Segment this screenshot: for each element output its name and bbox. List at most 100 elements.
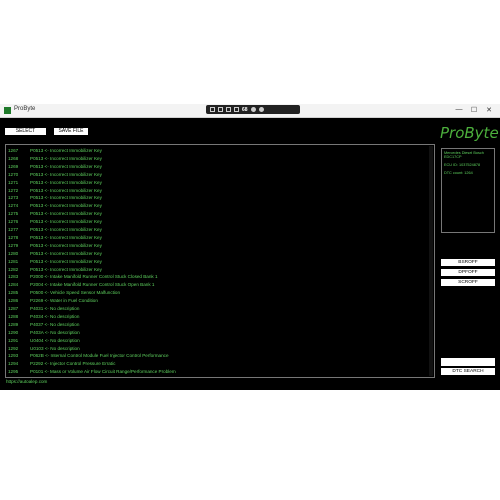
- dtc-row-number: 1272: [8, 187, 19, 193]
- app-icon: [4, 107, 11, 114]
- dpfoff-button[interactable]: DPFOFF: [441, 269, 495, 276]
- dtc-row-number: 1267: [8, 148, 19, 153]
- dtc-row[interactable]: 1288 P4034 <- No description: [8, 313, 79, 321]
- dtc-row-text: P0513 <- Incorrect Immobilizer Key: [30, 258, 102, 264]
- dtc-row-number: 1289: [8, 321, 19, 327]
- dtc-row[interactable]: 1286 P2269 <- Water in Fuel Condition: [8, 297, 98, 305]
- dtc-row-text: P0513 <- Incorrect Immobilizer Key: [30, 179, 102, 185]
- dtc-row-text: P0513 <- Incorrect Immobilizer Key: [30, 266, 102, 272]
- dtc-row-text: U0103 <- No description: [30, 345, 80, 351]
- bsroff-button[interactable]: BSROFF: [441, 259, 495, 266]
- save-file-button[interactable]: SAVE FILE: [54, 128, 88, 135]
- dtc-row-text: P0513 <- Incorrect Immobilizer Key: [30, 171, 102, 177]
- app-window: ProByte 68 — ☐ ✕ SELECT MODULE SAVE FILE…: [0, 104, 500, 390]
- dtc-row-number: 1268: [8, 155, 19, 161]
- dtc-row[interactable]: 1282 P0513 <- Incorrect Immobilizer Key: [8, 266, 102, 274]
- dtc-row[interactable]: 1289 P4037 <- No description: [8, 321, 79, 329]
- dtc-row-number: 1283: [8, 274, 19, 280]
- screenshot-icon[interactable]: [210, 107, 215, 112]
- dtc-row[interactable]: 1274 P0513 <- Incorrect Immobilizer Key: [8, 202, 102, 210]
- dtc-row[interactable]: 1269 P0513 <- Incorrect Immobilizer Key: [8, 163, 102, 171]
- dtc-row[interactable]: 1290 P403A <- No description: [8, 329, 80, 337]
- dtc-row-text: P0513 <- Incorrect Immobilizer Key: [30, 187, 102, 193]
- dtc-row[interactable]: 1283 P2000 <- Intake Manifold Runner Cont…: [8, 273, 158, 281]
- dtc-row-number: 1271: [8, 179, 19, 185]
- dtc-row[interactable]: 1281 P0513 <- Incorrect Immobilizer Key: [8, 258, 102, 266]
- dtc-row-text: P403A <- No description: [30, 329, 80, 335]
- dtc-row-number: 1269: [8, 163, 19, 169]
- dtc-row[interactable]: 1268 P0513 <- Incorrect Immobilizer Key: [8, 155, 102, 163]
- dtc-row[interactable]: 1271 P0513 <- Incorrect Immobilizer Key: [8, 179, 102, 187]
- dtc-row-number: 1270: [8, 171, 19, 177]
- dtc-row-text: P062B <- Internal Control Module Fuel In…: [30, 353, 169, 359]
- dtc-row[interactable]: 1295 P0101 <- Mass or Volume Air Flow Cir…: [8, 368, 176, 376]
- settings-icon[interactable]: [250, 107, 256, 112]
- dtc-row[interactable]: 1277 P0513 <- Incorrect Immobilizer Key: [8, 226, 102, 234]
- select-module-button[interactable]: SELECT MODULE: [5, 128, 46, 141]
- dtc-row-number: 1273: [8, 195, 19, 201]
- dtc-row-text: U0404 <- No description: [30, 337, 80, 343]
- dtc-row-text: P0101 <- Mass or Volume Air Flow Circuit…: [30, 369, 176, 375]
- dtc-row-text: P0513 <- Incorrect Immobilizer Key: [30, 203, 102, 209]
- dtc-row-text: P2292 <- Injector Control Pressure Errat…: [30, 361, 116, 367]
- dtc-row[interactable]: 1278 P0513 <- Incorrect Immobilizer Key: [8, 234, 102, 242]
- logo: ProByte: [440, 124, 499, 142]
- dtc-row-number: 1274: [8, 203, 19, 209]
- website-url[interactable]: https://autoalep.com: [6, 379, 47, 384]
- dtc-row-number: 1295: [8, 369, 19, 375]
- dtc-row[interactable]: 1287 P4031 <- No description: [8, 305, 79, 313]
- scroff-button[interactable]: SCROFF: [441, 279, 495, 286]
- dtc-row[interactable]: 1275 P0513 <- Incorrect Immobilizer Key: [8, 210, 102, 218]
- dtc-row[interactable]: 1284 P2004 <- Intake Manifold Runner Cont…: [8, 281, 155, 289]
- dtc-row-number: 1294: [8, 361, 19, 367]
- floating-toolbar: 68: [206, 105, 300, 114]
- dtc-row[interactable]: 1270 P0513 <- Incorrect Immobilizer Key: [8, 171, 102, 179]
- dtc-row[interactable]: 1292 U0103 <- No description: [8, 345, 80, 353]
- dtc-row-text: P2000 <- Intake Manifold Runner Control …: [30, 274, 158, 280]
- dtc-row[interactable]: 1285 P0500 <- Vehicle Speed Sensor Malfun…: [8, 289, 120, 297]
- dtc-row[interactable]: 1272 P0513 <- Incorrect Immobilizer Key: [8, 187, 102, 195]
- dtc-row[interactable]: 1294 P2292 <- Injector Control Pressure E…: [8, 360, 115, 368]
- dtc-row-number: 1280: [8, 250, 19, 256]
- dtc-row-number: 1282: [8, 266, 19, 272]
- dtc-row[interactable]: 1291 U0404 <- No description: [8, 337, 80, 345]
- window-icon[interactable]: [218, 107, 223, 112]
- fullscreen-icon[interactable]: [226, 107, 231, 112]
- dtc-row-text: P0513 <- Incorrect Immobilizer Key: [30, 148, 102, 153]
- scrollbar[interactable]: [429, 146, 433, 376]
- dtc-row[interactable]: 1273 P0513 <- Incorrect Immobilizer Key: [8, 194, 102, 202]
- dtc-row-text: P4031 <- No description: [30, 306, 80, 311]
- dtc-row-number: 1279: [8, 242, 19, 248]
- maximize-button[interactable]: ☐: [467, 106, 481, 114]
- dtc-row-number: 1291: [8, 337, 19, 343]
- dtc-row-number: 1275: [8, 211, 19, 217]
- dtc-row-number: 1285: [8, 290, 19, 296]
- dtc-row-number: 1286: [8, 298, 19, 304]
- minimize-button[interactable]: —: [452, 106, 466, 113]
- more-icon[interactable]: [258, 107, 264, 112]
- dtc-list[interactable]: 1267 P0513 <- Incorrect Immobilizer Key 12…: [5, 144, 435, 378]
- dtc-row[interactable]: 1293 P062B <- Internal Control Module Fue…: [8, 352, 169, 360]
- dtc-row[interactable]: 1280 P0513 <- Incorrect Immobilizer Key: [8, 250, 102, 258]
- dtc-row-number: 1276: [8, 219, 19, 225]
- dtc-row-number: 1281: [8, 258, 19, 264]
- dtc-row[interactable]: 1267 P0513 <- Incorrect Immobilizer Key: [8, 147, 102, 155]
- dtc-search-button[interactable]: DTC SEARCH: [441, 368, 495, 375]
- dtc-row[interactable]: 1276 P0513 <- Incorrect Immobilizer Key: [8, 218, 102, 226]
- dtc-row-text: P0513 <- Incorrect Immobilizer Key: [30, 250, 102, 256]
- dtc-count: DTC count: 1264: [444, 171, 473, 175]
- dtc-row-number: 1290: [8, 329, 19, 335]
- dtc-row-number: 1288: [8, 313, 19, 319]
- window-title: ProByte: [14, 106, 36, 112]
- title-bar: ProByte 68 — ☐ ✕: [0, 104, 500, 118]
- record-icon[interactable]: [234, 107, 239, 112]
- dtc-row-text: P0513 <- Incorrect Immobilizer Key: [30, 234, 102, 240]
- ecu-info-panel: Mercedes Diesel Bosch EDC17CP ECU ID: 10…: [441, 148, 495, 233]
- close-button[interactable]: ✕: [482, 106, 496, 114]
- dtc-row-text: P0513 <- Incorrect Immobilizer Key: [30, 211, 102, 217]
- dtc-row-text: P0513 <- Incorrect Immobilizer Key: [30, 227, 102, 232]
- dtc-search-input[interactable]: [441, 358, 495, 366]
- dtc-row-text: P0513 <- Incorrect Immobilizer Key: [30, 242, 102, 248]
- dtc-row[interactable]: 1279 P0513 <- Incorrect Immobilizer Key: [8, 242, 102, 250]
- dtc-row-text: P0500 <- Vehicle Speed Sensor Malfunctio…: [30, 290, 121, 296]
